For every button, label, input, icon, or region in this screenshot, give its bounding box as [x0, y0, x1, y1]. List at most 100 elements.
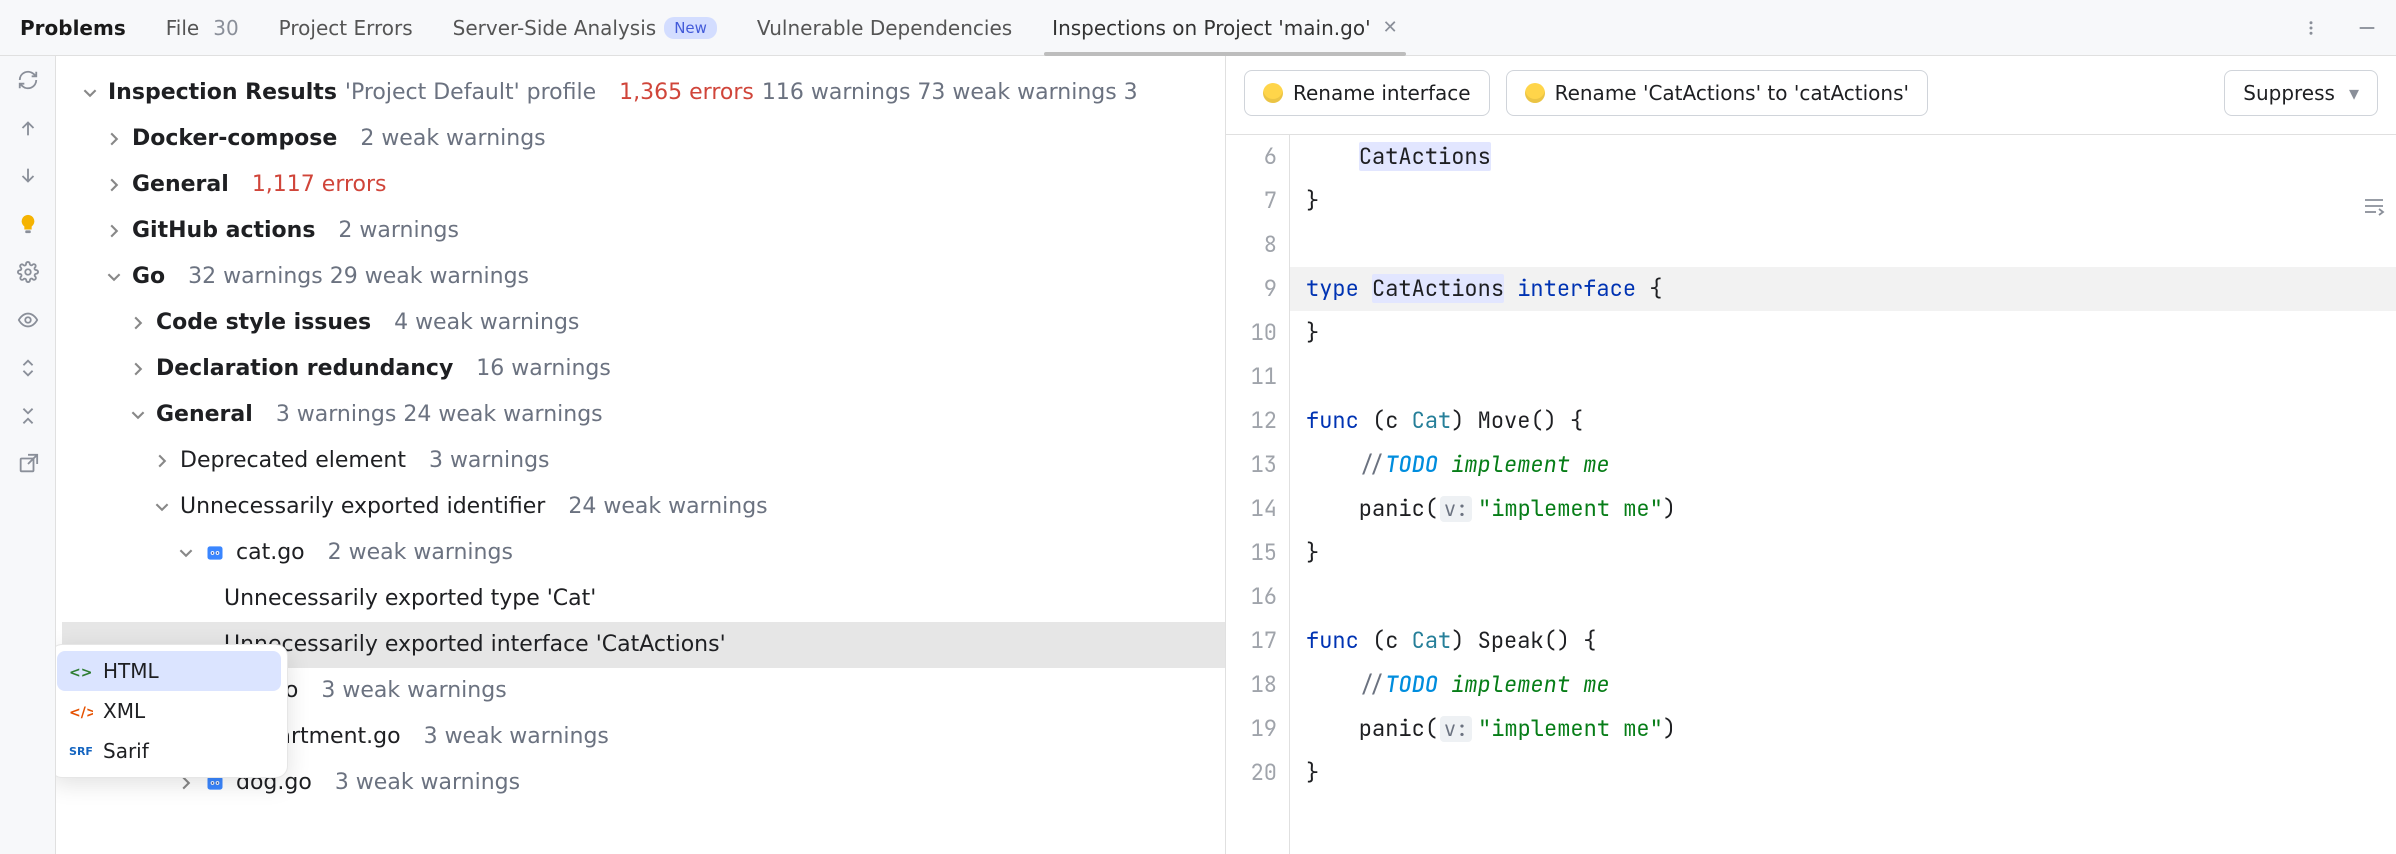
chevron-right-icon[interactable] — [104, 224, 124, 238]
button-label: Rename interface — [1293, 81, 1471, 105]
export-icon[interactable] — [14, 450, 42, 478]
suppress-button[interactable]: Suppress ▾ — [2224, 70, 2378, 116]
tree-group-github-actions[interactable]: GitHub actions 2 warnings — [62, 208, 1225, 254]
code-line: func (c Cat) Move() { — [1290, 399, 2396, 443]
code-line: CatActions — [1290, 135, 2396, 179]
preview-icon[interactable] — [14, 306, 42, 334]
popup-item-sarif[interactable]: SRF Sarif — [57, 731, 281, 771]
chevron-down-icon[interactable] — [128, 408, 148, 422]
tab-problems[interactable]: Problems — [10, 0, 136, 55]
line-number: 10 — [1226, 311, 1277, 355]
code-line — [1290, 575, 2396, 619]
rename-interface-button[interactable]: Rename interface — [1244, 70, 1490, 116]
close-tab-icon[interactable]: ✕ — [1383, 17, 1398, 38]
popup-item-html[interactable]: <> HTML — [57, 651, 281, 691]
chevron-right-icon[interactable] — [128, 316, 148, 330]
popup-label: HTML — [103, 659, 159, 683]
svg-text:</>: </> — [69, 705, 93, 721]
tree-stats: 24 weak warnings — [568, 484, 767, 530]
tree-root[interactable]: Inspection Results 'Project Default' pro… — [62, 70, 1225, 116]
tree-stats: 3 warnings — [429, 438, 550, 484]
tab-count: 30 — [213, 16, 238, 40]
editor-code[interactable]: CatActions } type CatActions interface {… — [1290, 135, 2396, 854]
xml-icon: </> — [69, 699, 93, 723]
line-number: 6 — [1226, 135, 1277, 179]
tab-server-side-analysis[interactable]: Server-Side Analysis New — [443, 0, 727, 55]
tree-stats: 3 weak warnings — [321, 668, 506, 714]
tree-label: General — [156, 392, 253, 438]
rename-catactions-button[interactable]: Rename 'CatActions' to 'catActions' — [1506, 70, 1928, 116]
tree-label: Docker-compose — [132, 116, 337, 162]
line-number: 18 — [1226, 663, 1277, 707]
tree-label: Unnecessarily exported interface 'CatAct… — [224, 622, 726, 668]
soft-wrap-icon[interactable] — [2362, 189, 2386, 233]
expand-collapse-icon[interactable] — [14, 354, 42, 382]
tree-label: cat.go — [236, 530, 305, 576]
preview-panel: Rename interface Rename 'CatActions' to … — [1226, 56, 2396, 854]
chevron-down-icon[interactable] — [104, 270, 124, 284]
collapse-all-icon[interactable] — [14, 402, 42, 430]
tree-subgroup-code-style[interactable]: Code style issues 4 weak warnings — [62, 300, 1225, 346]
tree-label: General — [132, 162, 229, 208]
tree-label: GitHub actions — [132, 208, 315, 254]
line-number: 16 — [1226, 575, 1277, 619]
tree-file-cat-go[interactable]: cat.go 2 weak warnings — [62, 530, 1225, 576]
tree-label: Inspection Results — [108, 70, 337, 116]
sarif-icon: SRF — [69, 739, 93, 763]
more-options-icon[interactable] — [2294, 0, 2328, 55]
quick-fix-icon[interactable] — [14, 210, 42, 238]
refresh-icon[interactable] — [14, 66, 42, 94]
chevron-down-icon[interactable] — [152, 500, 172, 514]
chevron-right-icon[interactable] — [128, 362, 148, 376]
tree-inspection-deprecated[interactable]: Deprecated element 3 warnings — [62, 438, 1225, 484]
code-line — [1290, 355, 2396, 399]
tree-finding-cat-type[interactable]: Unnecessarily exported type 'Cat' — [62, 576, 1225, 622]
chevron-down-icon[interactable] — [176, 546, 196, 560]
chevron-right-icon[interactable] — [104, 132, 124, 146]
button-label: Suppress — [2243, 81, 2335, 105]
popup-label: Sarif — [103, 739, 149, 763]
tree-inspection-unnecessarily-exported[interactable]: Unnecessarily exported identifier 24 wea… — [62, 484, 1225, 530]
go-file-icon — [204, 542, 226, 564]
new-badge: New — [664, 17, 717, 39]
tab-vulnerable-dependencies[interactable]: Vulnerable Dependencies — [747, 0, 1022, 55]
tree-label: Declaration redundancy — [156, 346, 453, 392]
settings-icon[interactable] — [14, 258, 42, 286]
tree-subgroup-declaration-redundancy[interactable]: Declaration redundancy 16 warnings — [62, 346, 1225, 392]
next-occurrence-icon[interactable] — [14, 162, 42, 190]
popup-item-xml[interactable]: </> XML — [57, 691, 281, 731]
tree-stats: 3 weak warnings — [424, 714, 609, 760]
tree-label: Unnecessarily exported type 'Cat' — [224, 576, 596, 622]
chevron-right-icon[interactable] — [104, 178, 124, 192]
code-line — [1290, 223, 2396, 267]
tab-label: Inspections on Project 'main.go' — [1052, 16, 1370, 40]
code-line-active: type CatActions interface { — [1290, 267, 2396, 311]
previous-occurrence-icon[interactable] — [14, 114, 42, 142]
tab-label: File — [166, 16, 199, 40]
line-number: 17 — [1226, 619, 1277, 663]
code-preview-editor[interactable]: 6 7 8 9 10 11 12 13 14 15 16 17 18 19 20 — [1226, 135, 2396, 854]
tree-group-general[interactable]: General 1,117 errors — [62, 162, 1225, 208]
chevron-right-icon[interactable] — [176, 776, 196, 790]
tree-warnings: 116 warnings 73 weak warnings 3 — [762, 70, 1138, 116]
tree-label: Deprecated element — [180, 438, 406, 484]
html-icon: <> — [69, 659, 93, 683]
line-number: 11 — [1226, 355, 1277, 399]
line-number: 20 — [1226, 751, 1277, 795]
chevron-right-icon[interactable] — [152, 454, 172, 468]
tree-label: Unnecessarily exported identifier — [180, 484, 545, 530]
tree-group-go[interactable]: Go 32 warnings 29 weak warnings — [62, 254, 1225, 300]
line-number: 15 — [1226, 531, 1277, 575]
line-number: 7 — [1226, 179, 1277, 223]
tab-project-errors[interactable]: Project Errors — [269, 0, 423, 55]
bulb-icon — [1525, 83, 1545, 103]
tree-subgroup-general[interactable]: General 3 warnings 24 weak warnings — [62, 392, 1225, 438]
minimize-icon[interactable] — [2348, 0, 2386, 55]
chevron-down-icon[interactable] — [80, 86, 100, 100]
quick-fix-actions: Rename interface Rename 'CatActions' to … — [1226, 56, 2396, 135]
tab-inspections[interactable]: Inspections on Project 'main.go' ✕ — [1042, 0, 1407, 55]
tree-group-docker-compose[interactable]: Docker-compose 2 weak warnings — [62, 116, 1225, 162]
export-format-popup: <> HTML </> XML SRF Sarif — [56, 644, 288, 778]
problems-tabbar: Problems File 30 Project Errors Server-S… — [0, 0, 2396, 56]
tab-file[interactable]: File 30 — [156, 0, 249, 55]
